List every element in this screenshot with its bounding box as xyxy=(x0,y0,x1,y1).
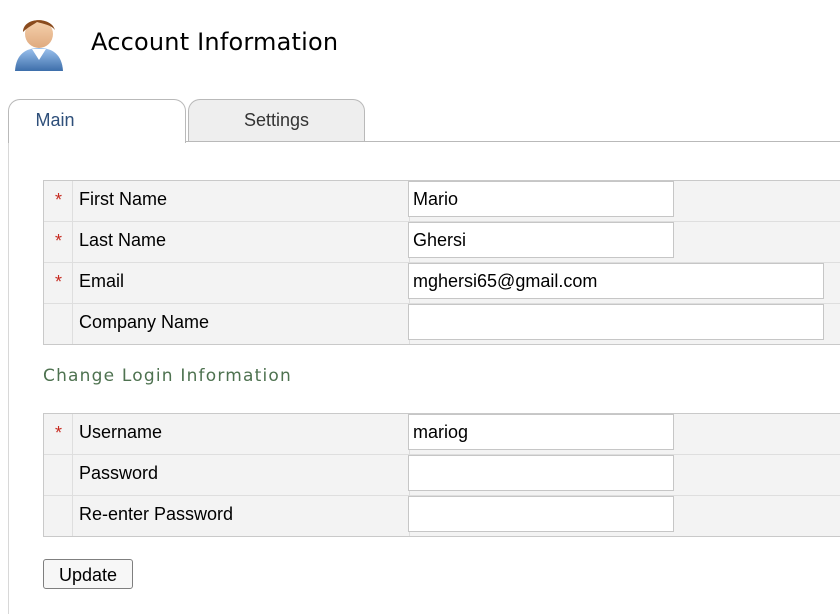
change-login-section-title: Change Login Information xyxy=(43,366,292,386)
password-label: Password xyxy=(79,463,159,483)
required-cell: * xyxy=(44,222,73,262)
tab-settings[interactable]: Settings xyxy=(188,99,365,141)
reenter-password-input[interactable] xyxy=(408,496,674,532)
page-title: Account Information xyxy=(91,28,339,56)
account-fields-table: * First Name * Last Name * Email Company… xyxy=(43,180,840,345)
last-name-label: Last Name xyxy=(79,230,167,250)
required-cell xyxy=(44,496,73,536)
email-row: * Email xyxy=(44,263,840,304)
email-label: Email xyxy=(79,271,125,291)
login-fields-table: * Username Password Re-enter Password xyxy=(43,413,840,537)
update-button[interactable]: Update xyxy=(43,559,133,589)
last-name-input[interactable] xyxy=(408,222,674,258)
company-name-input[interactable] xyxy=(408,304,824,340)
required-asterisk: * xyxy=(55,423,63,443)
tab-main[interactable]: Main xyxy=(8,99,186,143)
tab-main-label: Main xyxy=(35,110,75,130)
required-cell xyxy=(44,304,73,344)
username-label: Username xyxy=(79,422,163,442)
password-input[interactable] xyxy=(408,455,674,491)
required-asterisk: * xyxy=(55,231,63,251)
company-name-label: Company Name xyxy=(79,312,210,332)
required-cell: * xyxy=(44,263,73,303)
first-name-row: * First Name xyxy=(44,181,840,222)
username-input[interactable] xyxy=(408,414,674,450)
required-cell: * xyxy=(44,181,73,221)
username-row: * Username xyxy=(44,414,840,455)
email-input[interactable] xyxy=(408,263,824,299)
required-cell: * xyxy=(44,414,73,454)
content-left-border xyxy=(8,141,9,614)
company-name-row: Company Name xyxy=(44,304,840,344)
required-asterisk: * xyxy=(55,190,63,210)
last-name-row: * Last Name xyxy=(44,222,840,263)
reenter-password-label: Re-enter Password xyxy=(79,504,234,524)
first-name-label: First Name xyxy=(79,189,168,209)
user-avatar-icon xyxy=(15,20,63,71)
required-cell xyxy=(44,455,73,495)
reenter-password-row: Re-enter Password xyxy=(44,496,840,536)
tab-settings-label: Settings xyxy=(243,110,310,130)
password-row: Password xyxy=(44,455,840,496)
required-asterisk: * xyxy=(55,272,63,292)
account-header: Account Information xyxy=(0,0,840,90)
first-name-input[interactable] xyxy=(408,181,674,217)
